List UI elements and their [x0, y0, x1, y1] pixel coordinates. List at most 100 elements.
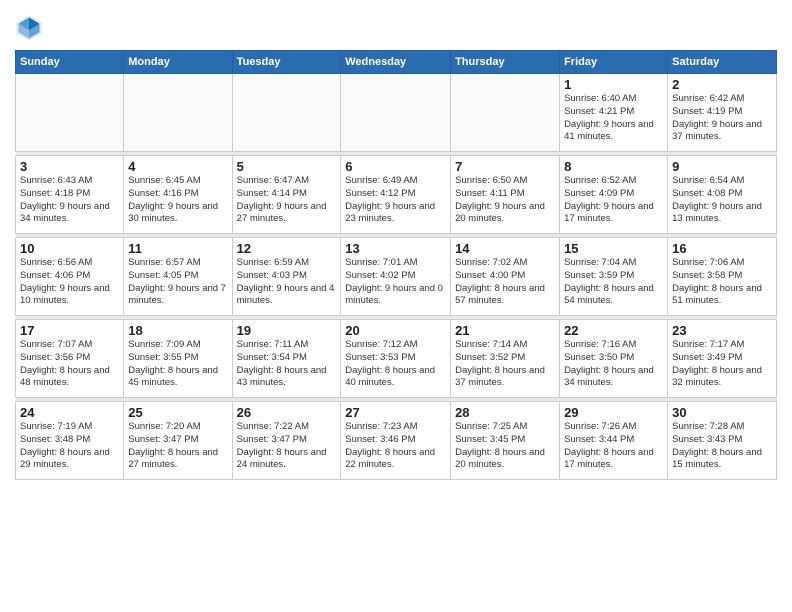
weekday-header-friday: Friday [560, 51, 668, 74]
day-number: 24 [20, 405, 119, 420]
day-info: Sunrise: 6:43 AM Sunset: 4:18 PM Dayligh… [20, 175, 119, 226]
day-info: Sunrise: 6:45 AM Sunset: 4:16 PM Dayligh… [128, 175, 227, 226]
day-info: Sunrise: 7:09 AM Sunset: 3:55 PM Dayligh… [128, 339, 227, 390]
calendar-cell: 23Sunrise: 7:17 AM Sunset: 3:49 PM Dayli… [668, 320, 777, 398]
calendar-cell: 13Sunrise: 7:01 AM Sunset: 4:02 PM Dayli… [341, 238, 451, 316]
calendar-cell: 20Sunrise: 7:12 AM Sunset: 3:53 PM Dayli… [341, 320, 451, 398]
calendar-cell: 8Sunrise: 6:52 AM Sunset: 4:09 PM Daylig… [560, 156, 668, 234]
calendar-cell: 7Sunrise: 6:50 AM Sunset: 4:11 PM Daylig… [451, 156, 560, 234]
day-info: Sunrise: 7:20 AM Sunset: 3:47 PM Dayligh… [128, 421, 227, 472]
day-info: Sunrise: 6:52 AM Sunset: 4:09 PM Dayligh… [564, 175, 663, 226]
day-info: Sunrise: 6:54 AM Sunset: 4:08 PM Dayligh… [672, 175, 772, 226]
day-info: Sunrise: 7:04 AM Sunset: 3:59 PM Dayligh… [564, 257, 663, 308]
day-info: Sunrise: 7:02 AM Sunset: 4:00 PM Dayligh… [455, 257, 555, 308]
day-number: 21 [455, 323, 555, 338]
day-number: 19 [237, 323, 337, 338]
day-info: Sunrise: 7:12 AM Sunset: 3:53 PM Dayligh… [345, 339, 446, 390]
calendar-cell [232, 74, 341, 152]
day-number: 3 [20, 159, 119, 174]
header-section [15, 10, 777, 42]
calendar-cell: 21Sunrise: 7:14 AM Sunset: 3:52 PM Dayli… [451, 320, 560, 398]
weekday-header-monday: Monday [124, 51, 232, 74]
calendar-cell: 26Sunrise: 7:22 AM Sunset: 3:47 PM Dayli… [232, 402, 341, 480]
day-number: 10 [20, 241, 119, 256]
day-number: 28 [455, 405, 555, 420]
day-info: Sunrise: 7:16 AM Sunset: 3:50 PM Dayligh… [564, 339, 663, 390]
day-number: 11 [128, 241, 227, 256]
day-number: 7 [455, 159, 555, 174]
weekday-header-wednesday: Wednesday [341, 51, 451, 74]
calendar-cell: 12Sunrise: 6:59 AM Sunset: 4:03 PM Dayli… [232, 238, 341, 316]
calendar-week-3: 10Sunrise: 6:56 AM Sunset: 4:06 PM Dayli… [16, 238, 777, 316]
calendar-cell: 28Sunrise: 7:25 AM Sunset: 3:45 PM Dayli… [451, 402, 560, 480]
weekday-header-row: SundayMondayTuesdayWednesdayThursdayFrid… [16, 51, 777, 74]
calendar-cell [16, 74, 124, 152]
day-info: Sunrise: 7:28 AM Sunset: 3:43 PM Dayligh… [672, 421, 772, 472]
day-number: 14 [455, 241, 555, 256]
day-number: 17 [20, 323, 119, 338]
calendar-cell [451, 74, 560, 152]
calendar-cell: 19Sunrise: 7:11 AM Sunset: 3:54 PM Dayli… [232, 320, 341, 398]
day-number: 23 [672, 323, 772, 338]
calendar-cell [341, 74, 451, 152]
day-info: Sunrise: 6:59 AM Sunset: 4:03 PM Dayligh… [237, 257, 337, 308]
calendar-cell: 24Sunrise: 7:19 AM Sunset: 3:48 PM Dayli… [16, 402, 124, 480]
calendar-cell: 22Sunrise: 7:16 AM Sunset: 3:50 PM Dayli… [560, 320, 668, 398]
day-number: 2 [672, 77, 772, 92]
day-info: Sunrise: 7:14 AM Sunset: 3:52 PM Dayligh… [455, 339, 555, 390]
calendar-cell: 17Sunrise: 7:07 AM Sunset: 3:56 PM Dayli… [16, 320, 124, 398]
day-info: Sunrise: 7:19 AM Sunset: 3:48 PM Dayligh… [20, 421, 119, 472]
calendar-cell [124, 74, 232, 152]
day-info: Sunrise: 6:47 AM Sunset: 4:14 PM Dayligh… [237, 175, 337, 226]
day-info: Sunrise: 6:50 AM Sunset: 4:11 PM Dayligh… [455, 175, 555, 226]
logo-icon [15, 14, 43, 42]
page-container: SundayMondayTuesdayWednesdayThursdayFrid… [0, 0, 792, 485]
day-number: 26 [237, 405, 337, 420]
day-number: 1 [564, 77, 663, 92]
calendar-week-2: 3Sunrise: 6:43 AM Sunset: 4:18 PM Daylig… [16, 156, 777, 234]
calendar-cell: 11Sunrise: 6:57 AM Sunset: 4:05 PM Dayli… [124, 238, 232, 316]
day-info: Sunrise: 7:26 AM Sunset: 3:44 PM Dayligh… [564, 421, 663, 472]
calendar-cell: 1Sunrise: 6:40 AM Sunset: 4:21 PM Daylig… [560, 74, 668, 152]
day-number: 6 [345, 159, 446, 174]
calendar-cell: 18Sunrise: 7:09 AM Sunset: 3:55 PM Dayli… [124, 320, 232, 398]
day-number: 5 [237, 159, 337, 174]
calendar-cell: 9Sunrise: 6:54 AM Sunset: 4:08 PM Daylig… [668, 156, 777, 234]
day-number: 20 [345, 323, 446, 338]
day-info: Sunrise: 6:40 AM Sunset: 4:21 PM Dayligh… [564, 93, 663, 144]
weekday-header-saturday: Saturday [668, 51, 777, 74]
calendar-cell: 15Sunrise: 7:04 AM Sunset: 3:59 PM Dayli… [560, 238, 668, 316]
calendar-cell: 14Sunrise: 7:02 AM Sunset: 4:00 PM Dayli… [451, 238, 560, 316]
calendar-cell: 10Sunrise: 6:56 AM Sunset: 4:06 PM Dayli… [16, 238, 124, 316]
calendar-week-5: 24Sunrise: 7:19 AM Sunset: 3:48 PM Dayli… [16, 402, 777, 480]
day-info: Sunrise: 6:49 AM Sunset: 4:12 PM Dayligh… [345, 175, 446, 226]
day-info: Sunrise: 6:57 AM Sunset: 4:05 PM Dayligh… [128, 257, 227, 308]
calendar-cell: 6Sunrise: 6:49 AM Sunset: 4:12 PM Daylig… [341, 156, 451, 234]
day-number: 29 [564, 405, 663, 420]
day-number: 12 [237, 241, 337, 256]
calendar-cell: 3Sunrise: 6:43 AM Sunset: 4:18 PM Daylig… [16, 156, 124, 234]
day-number: 16 [672, 241, 772, 256]
day-number: 15 [564, 241, 663, 256]
calendar-cell: 5Sunrise: 6:47 AM Sunset: 4:14 PM Daylig… [232, 156, 341, 234]
calendar-cell: 29Sunrise: 7:26 AM Sunset: 3:44 PM Dayli… [560, 402, 668, 480]
day-info: Sunrise: 7:25 AM Sunset: 3:45 PM Dayligh… [455, 421, 555, 472]
day-info: Sunrise: 7:17 AM Sunset: 3:49 PM Dayligh… [672, 339, 772, 390]
day-number: 9 [672, 159, 772, 174]
day-number: 25 [128, 405, 227, 420]
calendar-cell: 25Sunrise: 7:20 AM Sunset: 3:47 PM Dayli… [124, 402, 232, 480]
day-info: Sunrise: 7:11 AM Sunset: 3:54 PM Dayligh… [237, 339, 337, 390]
day-number: 4 [128, 159, 227, 174]
day-info: Sunrise: 7:07 AM Sunset: 3:56 PM Dayligh… [20, 339, 119, 390]
day-info: Sunrise: 6:56 AM Sunset: 4:06 PM Dayligh… [20, 257, 119, 308]
day-info: Sunrise: 7:06 AM Sunset: 3:58 PM Dayligh… [672, 257, 772, 308]
weekday-header-sunday: Sunday [16, 51, 124, 74]
day-number: 18 [128, 323, 227, 338]
day-number: 13 [345, 241, 446, 256]
calendar-cell: 27Sunrise: 7:23 AM Sunset: 3:46 PM Dayli… [341, 402, 451, 480]
day-number: 27 [345, 405, 446, 420]
calendar-table: SundayMondayTuesdayWednesdayThursdayFrid… [15, 50, 777, 480]
day-number: 22 [564, 323, 663, 338]
day-number: 8 [564, 159, 663, 174]
day-info: Sunrise: 7:22 AM Sunset: 3:47 PM Dayligh… [237, 421, 337, 472]
